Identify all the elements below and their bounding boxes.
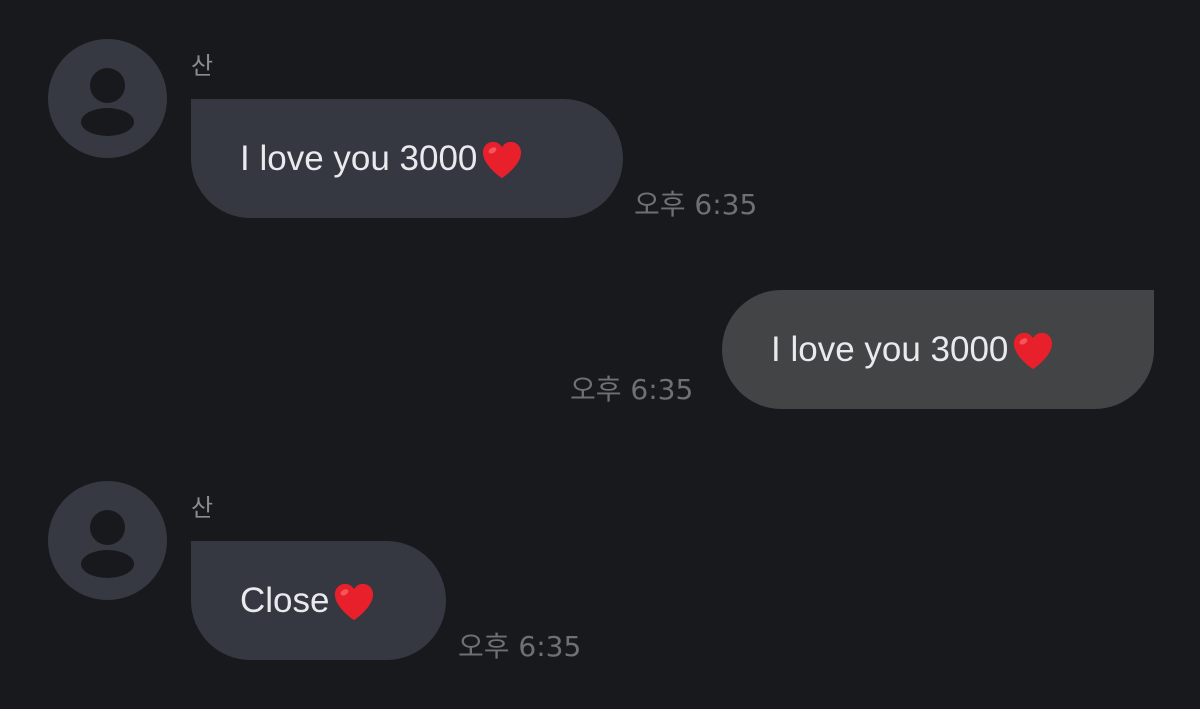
avatar-person-body-icon xyxy=(81,550,134,578)
avatar-person-body-icon xyxy=(81,108,134,136)
message-text: I love you 3000 xyxy=(240,138,478,178)
message-bubble-incoming[interactable]: I love you 3000 xyxy=(191,99,623,218)
message-text: I love you 3000 xyxy=(771,329,1009,369)
sender-avatar[interactable] xyxy=(48,39,167,158)
message-bubble-outgoing[interactable]: I love you 3000 xyxy=(722,290,1154,409)
avatar-person-head-icon xyxy=(90,510,125,545)
sender-avatar[interactable] xyxy=(48,481,167,600)
message-text: Close xyxy=(240,580,330,620)
sender-name: 산 xyxy=(191,52,214,80)
message-timestamp: 오후 6:35 xyxy=(570,373,694,406)
sender-name: 산 xyxy=(191,494,214,522)
red-heart-emoji-icon xyxy=(335,583,374,620)
message-bubble-incoming[interactable]: Close xyxy=(191,541,446,660)
red-heart-emoji-icon xyxy=(1014,332,1053,369)
message-timestamp: 오후 6:35 xyxy=(458,630,582,663)
red-heart-emoji-icon xyxy=(483,141,522,178)
avatar-person-head-icon xyxy=(90,68,125,103)
message-timestamp: 오후 6:35 xyxy=(634,188,758,221)
